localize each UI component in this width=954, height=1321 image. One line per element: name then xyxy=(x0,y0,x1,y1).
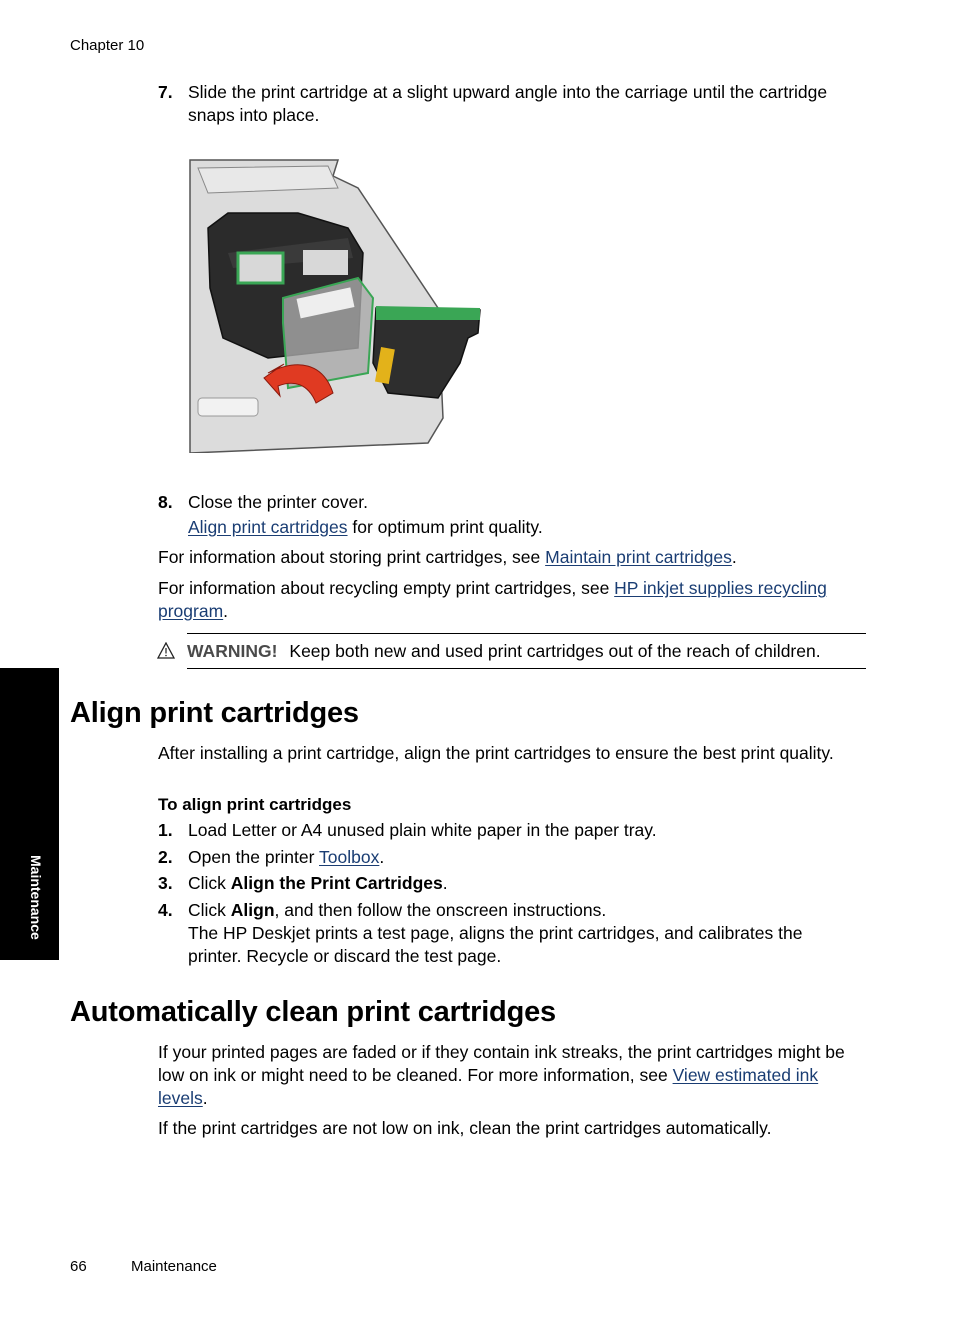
step-number: 1. xyxy=(158,820,173,840)
storing-paragraph: For information about storing print cart… xyxy=(158,546,870,569)
align-print-cartridges-link[interactable]: Align print cartridges xyxy=(188,517,348,537)
paragraph-text: . xyxy=(202,1088,208,1108)
step-text: Click xyxy=(188,900,231,920)
step-note: The HP Deskjet prints a test page, align… xyxy=(188,923,803,966)
step-8-note: Align print cartridges for optimum print… xyxy=(158,516,868,539)
step-text: Close the printer cover. xyxy=(188,492,368,512)
paragraph-text: . xyxy=(731,547,737,567)
align-step-3: 3. Click Align the Print Cartridges. xyxy=(158,872,868,895)
clean-paragraph-2: If the print cartridges are not low on i… xyxy=(158,1118,772,1138)
cartridge-insertion-figure xyxy=(188,158,488,454)
paragraph-text: For information about recycling empty pr… xyxy=(158,578,615,598)
ui-label-bold: Align xyxy=(230,900,275,920)
note-text: for optimum print quality. xyxy=(347,517,543,537)
step-number: 3. xyxy=(158,873,173,893)
clean-paragraph-1: If your printed pages are faded or if th… xyxy=(158,1041,870,1110)
step-text: Open the printer xyxy=(188,847,320,867)
step-7: 7. Slide the print cartridge at a slight… xyxy=(158,81,868,127)
warning-label: WARNING! xyxy=(187,641,278,661)
step-text: . xyxy=(442,873,448,893)
step-8: 8. Close the printer cover. xyxy=(158,491,868,514)
align-step-4: 4. Click Align, and then follow the onsc… xyxy=(158,899,868,968)
align-intro: After installing a print cartridge, alig… xyxy=(158,743,834,763)
align-step-2: 2. Open the printer Toolbox. xyxy=(158,846,868,869)
step-text: Slide the print cartridge at a slight up… xyxy=(188,82,828,125)
align-section-heading: Align print cartridges xyxy=(70,697,359,729)
step-text: . xyxy=(379,847,385,867)
step-text: , and then follow the onscreen instructi… xyxy=(274,900,607,920)
warning-triangle-icon xyxy=(157,642,175,659)
step-number: 2. xyxy=(158,847,173,867)
warning-text: Keep both new and used print cartridges … xyxy=(289,641,821,661)
page-number: 66 xyxy=(70,1258,87,1275)
toolbox-link[interactable]: Toolbox xyxy=(319,847,379,867)
paragraph-text: . xyxy=(223,601,229,621)
step-text: Click xyxy=(188,873,231,893)
step-text: Load Letter or A4 unused plain white pap… xyxy=(188,820,657,840)
side-tab-label: Maintenance xyxy=(28,855,44,940)
step-number: 8. xyxy=(158,492,173,512)
procedure-title: To align print cartridges xyxy=(158,795,352,814)
maintain-print-cartridges-link[interactable]: Maintain print cartridges xyxy=(545,547,732,567)
print-cartridge-illustration-icon xyxy=(188,158,488,454)
ui-label-bold: Align the Print Cartridges xyxy=(230,873,443,893)
footer-section-title: Maintenance xyxy=(131,1258,217,1275)
step-number: 4. xyxy=(158,900,173,920)
align-step-1: 1. Load Letter or A4 unused plain white … xyxy=(158,819,868,842)
running-header: Chapter 10 xyxy=(70,37,145,54)
warning-box: WARNING! Keep both new and used print car… xyxy=(157,633,866,669)
step-number: 7. xyxy=(158,82,173,102)
clean-section-heading: Automatically clean print cartridges xyxy=(70,996,556,1028)
recycling-paragraph: For information about recycling empty pr… xyxy=(158,577,870,623)
paragraph-text: For information about storing print cart… xyxy=(158,547,546,567)
